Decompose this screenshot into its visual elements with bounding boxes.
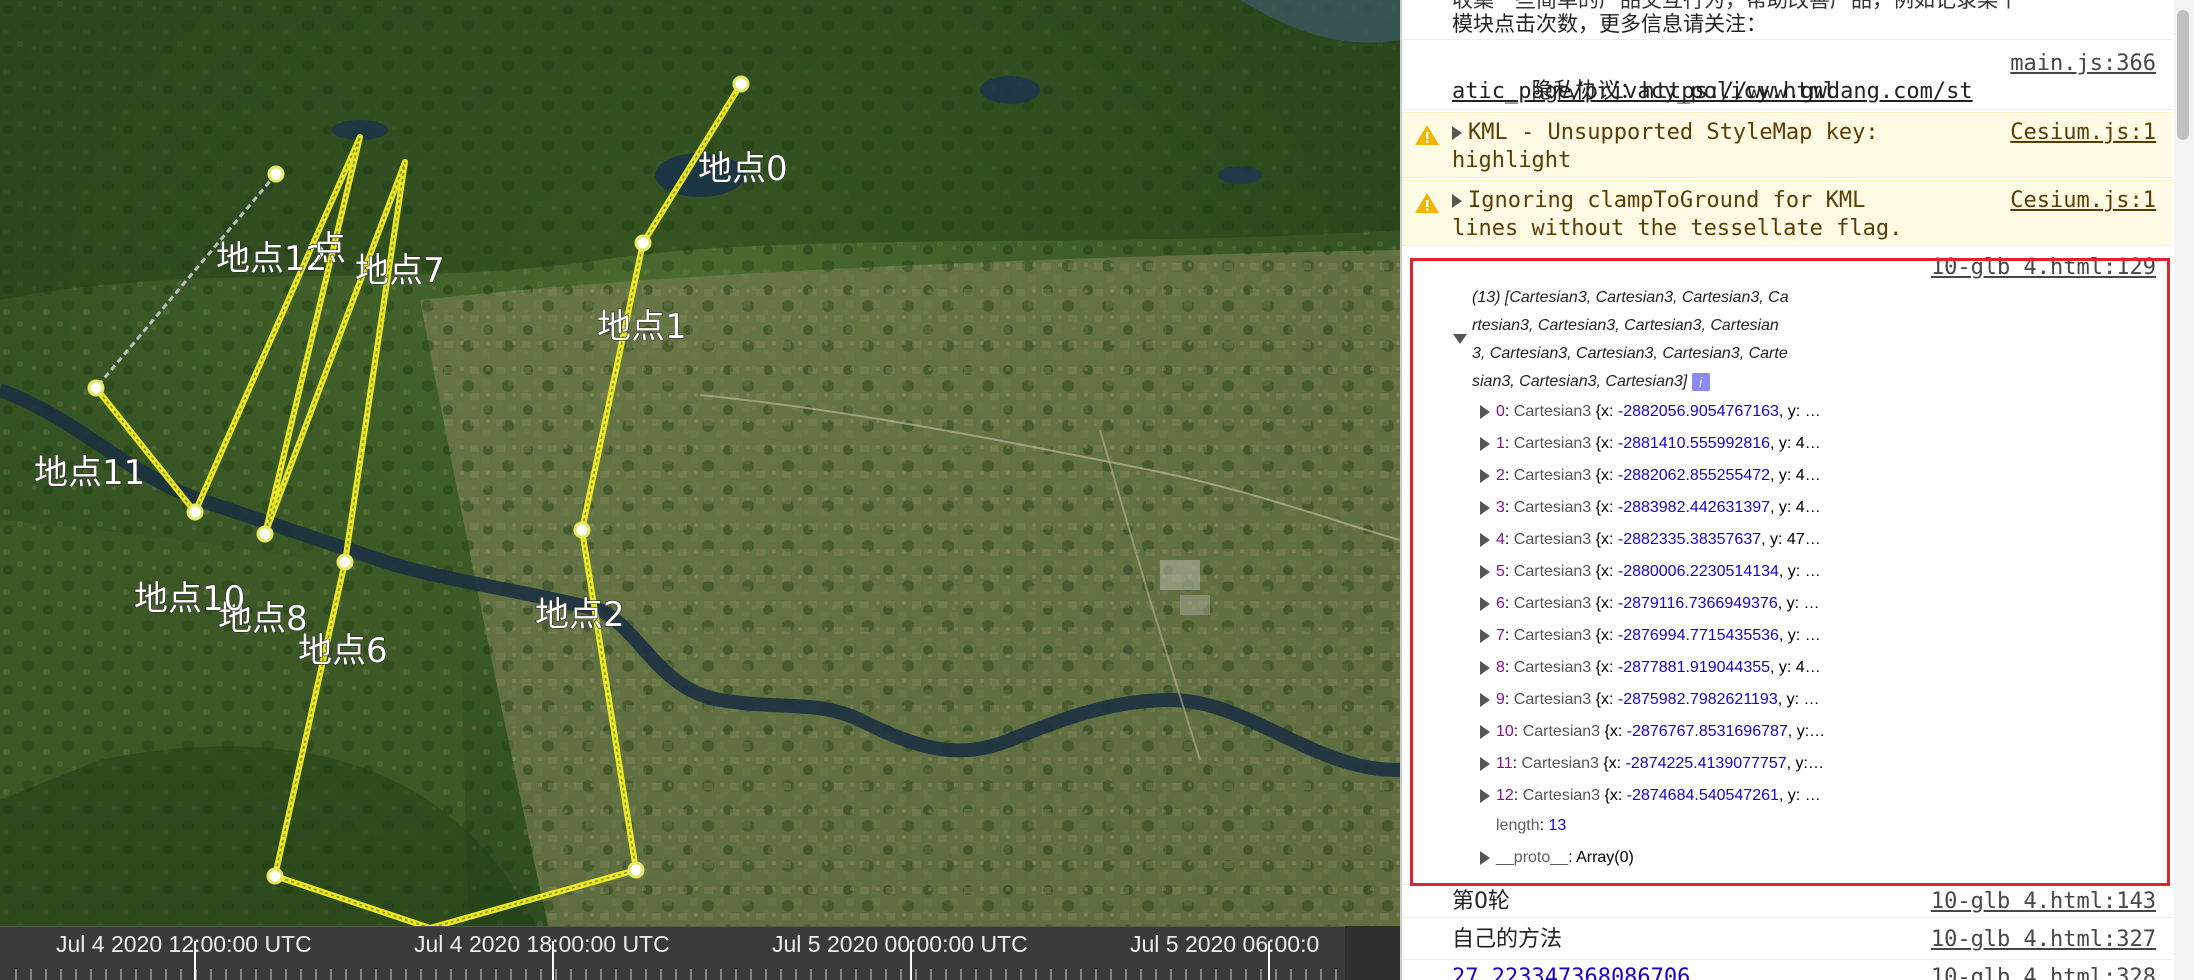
expand-arrow-icon[interactable] [1480, 404, 1490, 419]
warning-text: Ignoring clampToGround for KML [1468, 188, 1866, 213]
console-text: 模块点击次数，更多信息请关注： [1452, 12, 1767, 36]
expand-arrow-icon[interactable] [1480, 788, 1490, 803]
console-text: 自己的方法 [1452, 927, 1563, 952]
array-item[interactable]: 2: Cartesian3 {x: -2882062.855255472, y:… [1480, 462, 2170, 490]
expand-arrow-icon[interactable] [1480, 850, 1490, 865]
expand-arrow-icon[interactable] [1480, 724, 1490, 739]
warning-text: highlight [1452, 148, 1572, 173]
expand-arrow-icon[interactable] [1452, 194, 1462, 208]
warning-icon [1415, 125, 1439, 145]
warning-text: lines without the tessellate flag. [1452, 216, 1903, 241]
array-item[interactable]: 1: Cartesian3 {x: -2881410.555992816, y:… [1480, 430, 2170, 458]
array-item[interactable]: 3: Cartesian3 {x: -2883982.442631397, y:… [1480, 494, 2170, 522]
expand-arrow-icon[interactable] [1452, 126, 1462, 140]
array-header-line: sian3, Cartesian3, Cartesian3] [1472, 373, 1688, 390]
expand-arrow-icon[interactable] [1480, 628, 1490, 643]
point-label-0: 地点0 [698, 149, 788, 189]
source-link[interactable]: Cesium.js:1 [2010, 187, 2156, 215]
source-link[interactable]: 10-glb 4.html:328 [1931, 964, 2156, 980]
source-link[interactable]: main.js:366 [2010, 50, 2156, 78]
point-label-1: 地点1 [597, 307, 687, 347]
console-row-privacy: 隐私协议：https://www.gwdang.com/st atic_page… [1402, 40, 2172, 110]
timeline-corner [1345, 926, 1400, 980]
console-row: 自己的方法 10-glb 4.html:327 [1402, 920, 2172, 960]
array-item[interactable]: 5: Cartesian3 {x: -2880006.2230514134, y… [1480, 558, 2170, 586]
array-item[interactable]: 9: Cartesian3 {x: -2875982.7982621193, y… [1480, 686, 2170, 714]
scrollbar-thumb[interactable] [2177, 10, 2189, 140]
array-item[interactable]: 4: Cartesian3 {x: -2882335.38357637, y: … [1480, 526, 2170, 554]
expand-arrow-icon[interactable] [1480, 596, 1490, 611]
expand-arrow-icon[interactable] [1480, 660, 1490, 675]
info-icon[interactable]: i [1691, 372, 1710, 391]
cesium-viewer[interactable]: 地点0 地点1 地点2 地点6 地点7 地点8 地点10 地点11 地点12 点… [0, 0, 1400, 980]
source-link[interactable]: Cesium.js:1 [2010, 119, 2156, 147]
satellite-map[interactable]: 地点0 地点1 地点2 地点6 地点7 地点8 地点10 地点11 地点12 点 [0, 0, 1400, 980]
console-text: 第0轮 [1452, 889, 1510, 914]
timeline-label: Jul 4 2020 12:00:00 UTC [56, 931, 312, 957]
point-label-10: 地点10 [134, 579, 245, 619]
expand-arrow-icon[interactable] [1480, 692, 1490, 707]
timeline-label: Jul 5 2020 06:00:0 [1130, 931, 1320, 957]
timeline-label: Jul 5 2020 00:00:00 UTC [772, 931, 1028, 957]
array-item[interactable]: 11: Cartesian3 {x: -2874225.4139077757, … [1480, 750, 2170, 778]
console-row-top: 收集一些简单的产品交互行为，帮助改善产品，例如记录某个 模块点击次数，更多信息请… [1402, 0, 2172, 40]
warning-text: KML - Unsupported StyleMap key: [1468, 120, 1879, 145]
array-header-line: rtesian3, Cartesian3, Cartesian3, Cartes… [1472, 317, 1779, 334]
expand-arrow-icon[interactable] [1480, 500, 1490, 515]
privacy-link-cont[interactable]: atic_page/privacy_policy.html [1452, 79, 1836, 104]
point-label-7: 地点7 [355, 251, 445, 291]
array-item[interactable]: 10: Cartesian3 {x: -2876767.8531696787, … [1480, 718, 2170, 746]
array-header-line: 3, Cartesian3, Cartesian3, Cartesian3, C… [1472, 345, 1788, 362]
timeline[interactable]: Jul 4 2020 12:00:00 UTC Jul 4 2020 18:00… [0, 926, 1345, 980]
point-label-12: 地点12 [216, 239, 327, 279]
expand-arrow-icon[interactable] [1480, 564, 1490, 579]
console-scrollbar[interactable] [2174, 0, 2194, 980]
console-warning: KML - Unsupported StyleMap key: highligh… [1402, 112, 2172, 178]
console-row: 27.223347368086706 10-glb 4.html:328 [1402, 962, 2172, 980]
timeline-label: Jul 4 2020 18:00:00 UTC [414, 931, 670, 957]
array-item[interactable]: 7: Cartesian3 {x: -2876994.7715435536, y… [1480, 622, 2170, 650]
point-label-partial: 点 [312, 229, 346, 269]
point-label-6: 地点6 [298, 631, 388, 671]
array-item[interactable]: 12: Cartesian3 {x: -2874684.540547261, y… [1480, 782, 2170, 810]
warning-icon [1415, 193, 1439, 213]
console-number: 27.223347368086706 [1452, 965, 1691, 980]
array-item[interactable]: 8: Cartesian3 {x: -2877881.919044355, y:… [1480, 654, 2170, 682]
collapse-arrow-icon[interactable] [1453, 334, 1467, 344]
expand-arrow-icon[interactable] [1480, 436, 1490, 451]
source-link[interactable]: 10-glb 4.html:143 [1931, 888, 2156, 916]
array-item[interactable]: 0: Cartesian3 {x: -2882056.9054767163, y… [1480, 398, 2170, 426]
console-row: 第0轮 10-glb 4.html:143 [1402, 884, 2172, 918]
array-item[interactable]: 6: Cartesian3 {x: -2879116.7366949376, y… [1480, 590, 2170, 618]
expand-arrow-icon[interactable] [1480, 532, 1490, 547]
array-proto[interactable]: __proto__: Array(0) [1480, 844, 2170, 872]
expand-arrow-icon[interactable] [1480, 468, 1490, 483]
point-label-2: 地点2 [535, 595, 625, 635]
source-link[interactable]: 10-glb 4.html:327 [1931, 926, 2156, 954]
array-length: length: 13 [1496, 817, 1567, 834]
point-label-11: 地点11 [34, 453, 145, 493]
expand-arrow-icon[interactable] [1480, 756, 1490, 771]
array-header-line: (13) [Cartesian3, Cartesian3, Cartesian3… [1472, 289, 1789, 306]
console-warning: Ignoring clampToGround for KML lines wit… [1402, 180, 2172, 246]
